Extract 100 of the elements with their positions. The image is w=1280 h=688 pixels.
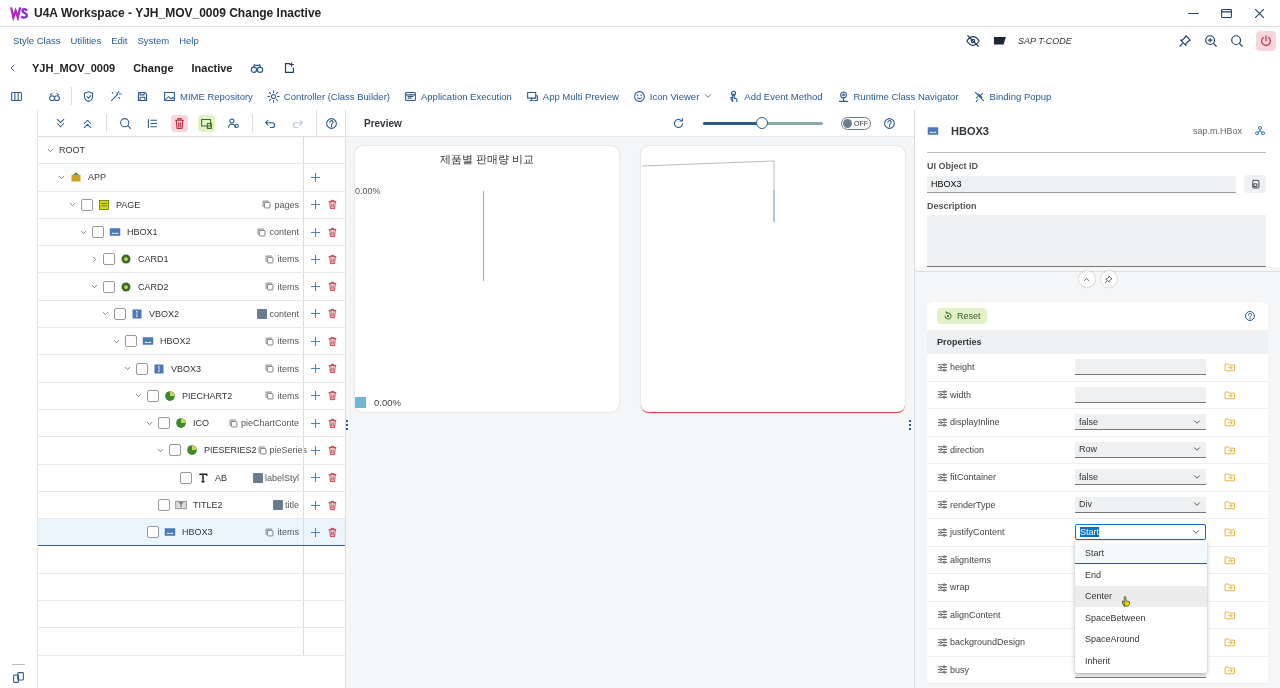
- devices-icon[interactable]: [197, 114, 215, 132]
- add-icon[interactable]: [310, 417, 321, 429]
- checkbox[interactable]: [125, 335, 137, 348]
- search-icon[interactable]: [1230, 33, 1244, 48]
- delete-icon[interactable]: [327, 472, 338, 484]
- delete-icon[interactable]: [327, 253, 338, 265]
- add-icon[interactable]: [310, 472, 321, 484]
- id-field[interactable]: HBOX3: [927, 175, 1236, 193]
- checkbox[interactable]: [136, 362, 148, 375]
- shield-icon[interactable]: [82, 89, 95, 103]
- copy-button[interactable]: [1244, 175, 1266, 193]
- tree-row[interactable]: HBOX3 items: [38, 519, 345, 547]
- add-icon[interactable]: [310, 526, 321, 538]
- dropdown-option[interactable]: End: [1075, 564, 1207, 586]
- power-icon[interactable]: [1256, 30, 1276, 51]
- new-document-icon[interactable]: [282, 61, 297, 75]
- delete-icon[interactable]: [327, 417, 338, 429]
- menu-item[interactable]: Style Class: [13, 35, 61, 46]
- property-dropdown[interactable]: Row: [1075, 441, 1206, 458]
- checkbox[interactable]: [114, 307, 126, 320]
- zoom-in-icon[interactable]: [1204, 33, 1218, 48]
- dropdown-option[interactable]: SpaceBetween: [1075, 607, 1207, 629]
- toolbar-button[interactable]: Runtime Class Navigator: [836, 89, 959, 103]
- checkbox[interactable]: [92, 226, 104, 239]
- menu-item[interactable]: Help: [179, 35, 199, 46]
- dropdown-option[interactable]: Start: [1075, 543, 1207, 565]
- delete-icon[interactable]: [327, 526, 338, 538]
- pin-icon[interactable]: [1178, 33, 1192, 48]
- delete-icon[interactable]: [327, 390, 338, 402]
- delete-icon[interactable]: [327, 499, 338, 511]
- tree-row[interactable]: PAGE pages: [38, 191, 345, 219]
- save-icon[interactable]: [136, 89, 149, 103]
- close-icon[interactable]: [1253, 6, 1266, 20]
- delete-icon[interactable]: [327, 308, 338, 320]
- delete-icon[interactable]: [327, 226, 338, 238]
- toolbar-button[interactable]: Add Event Method: [727, 89, 823, 103]
- checkbox[interactable]: [147, 526, 159, 539]
- checkbox[interactable]: [158, 499, 170, 511]
- delete-icon[interactable]: [170, 114, 188, 132]
- tree-row[interactable]: PIESERIES2 pieSeries: [38, 437, 345, 465]
- checkbox[interactable]: [103, 253, 115, 266]
- maximize-icon[interactable]: [1220, 6, 1233, 20]
- property-dropdown[interactable]: false: [1075, 414, 1206, 431]
- reset-button[interactable]: Reset: [937, 308, 987, 324]
- checkbox[interactable]: [103, 280, 115, 293]
- binoculars-icon[interactable]: [250, 61, 265, 75]
- hierarchy-icon[interactable]: [1254, 125, 1266, 137]
- delete-icon[interactable]: [327, 281, 338, 293]
- property-field[interactable]: [1075, 359, 1206, 376]
- tree-row[interactable]: ROOT: [38, 137, 345, 165]
- devices-icon[interactable]: [12, 664, 25, 684]
- pin-button[interactable]: [1100, 271, 1117, 287]
- menu-item[interactable]: Utilities: [70, 35, 102, 46]
- tree-row[interactable]: CARD2 items: [38, 273, 345, 301]
- back-icon[interactable]: [8, 61, 18, 75]
- toolbar-button[interactable]: App Multi Preview: [525, 89, 619, 103]
- checkbox[interactable]: [81, 198, 93, 211]
- property-field[interactable]: [1075, 386, 1206, 403]
- add-icon[interactable]: [310, 363, 321, 374]
- tree-row[interactable]: VBOX3 items: [38, 355, 345, 383]
- menu-item[interactable]: Edit: [111, 35, 128, 46]
- hidden-eye-icon[interactable]: [966, 33, 980, 48]
- wand-icon[interactable]: [109, 89, 122, 103]
- delete-icon[interactable]: [327, 444, 338, 456]
- tree-row[interactable]: PIECHART2 items: [38, 382, 345, 410]
- tree-row[interactable]: CARD1 items: [38, 246, 345, 274]
- tree-row[interactable]: HBOX2 items: [38, 328, 345, 356]
- toolbar-button[interactable]: Controller (Class Builder): [266, 89, 390, 103]
- tcode-field[interactable]: SAP T-CODE: [1018, 35, 1138, 46]
- checkbox[interactable]: [169, 444, 181, 457]
- dropdown-option[interactable]: Center: [1075, 585, 1207, 608]
- delete-icon[interactable]: [327, 363, 338, 374]
- tree-row[interactable]: VBOX2 content: [38, 300, 345, 329]
- dropdown-option[interactable]: Inherit: [1075, 649, 1207, 672]
- add-icon[interactable]: [310, 499, 321, 511]
- toolbar-button[interactable]: Icon Viewer: [632, 89, 714, 103]
- add-icon[interactable]: [310, 226, 321, 238]
- refresh-icon[interactable]: [672, 116, 685, 130]
- checkbox[interactable]: [180, 471, 192, 484]
- property-dropdown[interactable]: Start: [1075, 524, 1206, 541]
- delete-icon[interactable]: [327, 335, 338, 347]
- add-icon[interactable]: [310, 199, 321, 211]
- slider-thumb[interactable]: [755, 116, 768, 129]
- expand-caret-icon[interactable]: [123, 364, 132, 373]
- toolbar-button[interactable]: MIME Repository: [163, 89, 253, 103]
- add-icon[interactable]: [310, 335, 321, 347]
- add-icon[interactable]: [310, 281, 321, 293]
- add-icon[interactable]: [310, 390, 321, 402]
- property-dropdown[interactable]: Div: [1075, 496, 1206, 513]
- help-icon[interactable]: [1244, 310, 1256, 322]
- add-icon[interactable]: [310, 444, 321, 456]
- tree-row[interactable]: APP: [38, 164, 345, 192]
- delete-icon[interactable]: [327, 199, 338, 211]
- columns-icon[interactable]: [10, 89, 23, 103]
- property-dropdown[interactable]: false: [1075, 469, 1206, 486]
- toolbar-button[interactable]: Application Execution: [404, 89, 512, 103]
- dropdown-option[interactable]: SpaceAround: [1075, 628, 1207, 650]
- menu-item[interactable]: System: [137, 35, 170, 46]
- tree-row[interactable]: ICO pieChartConte: [38, 409, 345, 438]
- help-icon[interactable]: [883, 116, 896, 130]
